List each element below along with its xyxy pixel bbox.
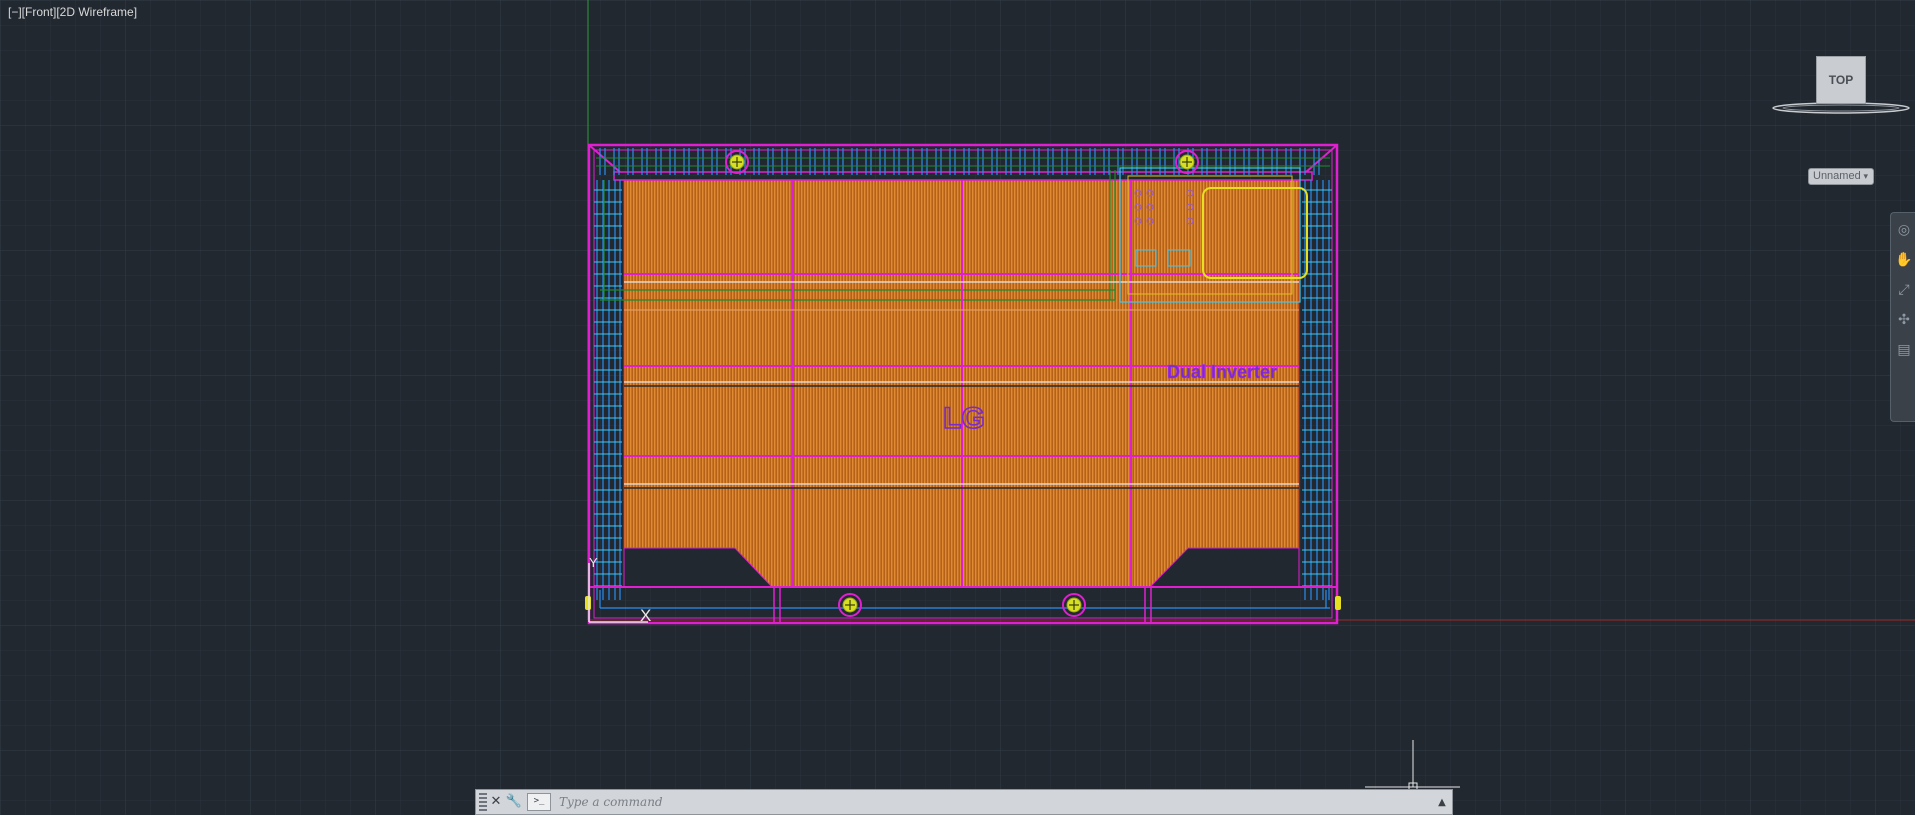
navigation-bar[interactable]: ◎ ✋ ⤢ ✣ ▤	[1890, 212, 1915, 422]
chevron-down-icon: ▾	[1863, 171, 1868, 181]
zoom-extents-icon[interactable]: ⤢	[1894, 277, 1914, 303]
pan-icon[interactable]: ✋	[1894, 247, 1914, 273]
ucs-x-label: X	[640, 606, 651, 625]
viewport-controls-label[interactable]: [−][Front][2D Wireframe]	[8, 5, 137, 19]
showmotion-icon[interactable]: ▤	[1894, 337, 1914, 363]
steering-wheel-icon[interactable]: ◎	[1894, 217, 1914, 243]
drawing-canvas[interactable]: LG Dual Inverter Y X	[0, 0, 1915, 815]
ucs-y-label: Y	[589, 555, 598, 570]
command-line[interactable]: ✕ 🔧 >_ ▲	[475, 789, 1453, 815]
orbit-icon[interactable]: ✣	[1894, 307, 1914, 333]
ucs-menu-button[interactable]: Unnamed ▾	[1808, 168, 1874, 185]
viewcube-top-face[interactable]: TOP	[1816, 56, 1866, 104]
customize-wrench-icon[interactable]: 🔧	[505, 792, 523, 812]
command-input[interactable]	[557, 791, 1432, 813]
logo-text: LG	[943, 402, 985, 435]
lg-outdoor-unit-front-view[interactable]: LG Dual Inverter	[585, 143, 1341, 625]
recent-commands-prompt-icon[interactable]: >_	[527, 793, 551, 811]
model-text: Dual Inverter	[1167, 362, 1277, 382]
model-viewport[interactable]: LG Dual Inverter Y X [−][Front][2D Wiref…	[0, 0, 1915, 815]
ucs-menu-label: Unnamed	[1813, 170, 1861, 182]
close-icon[interactable]: ✕	[487, 792, 505, 812]
command-history-up-icon[interactable]: ▲	[1432, 797, 1452, 808]
command-line-grip[interactable]	[479, 793, 487, 811]
